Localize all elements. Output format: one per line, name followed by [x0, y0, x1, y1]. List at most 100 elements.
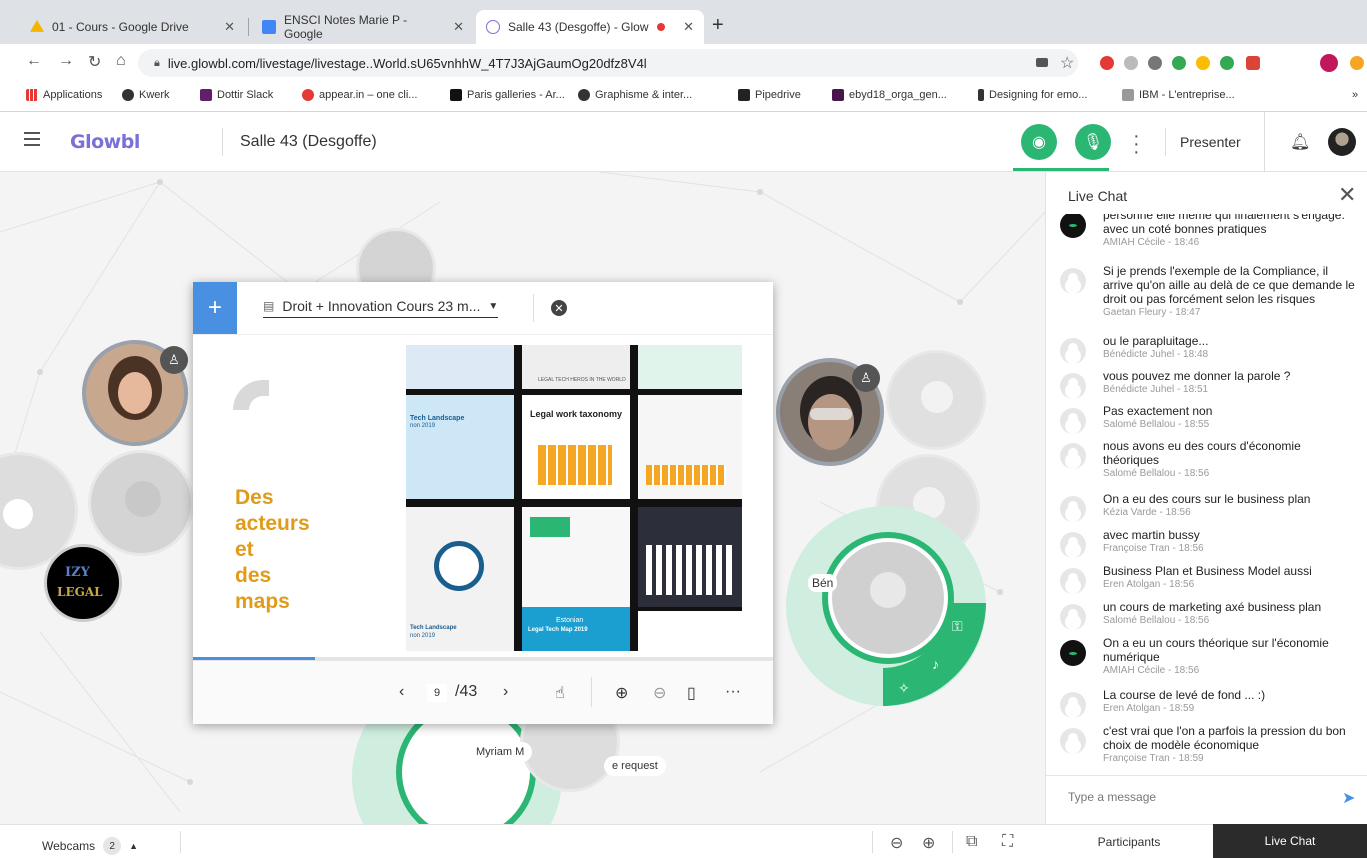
star-icon[interactable]: ☆	[1060, 53, 1074, 72]
zoom-out-icon[interactable]: ⊖	[890, 833, 903, 853]
tab-title: ENSCI Notes Marie P - Google	[284, 13, 408, 41]
bookmark-applications[interactable]: Applications	[26, 89, 102, 101]
settings-icon[interactable]: ✧	[898, 680, 910, 697]
user-avatar	[1060, 692, 1086, 718]
chat-input-placeholder: Type a message	[1068, 790, 1157, 804]
bookmark-appear-in[interactable]: appear.in – one cli...	[302, 89, 417, 101]
bookmark-pipedrive[interactable]: Pipedrive	[738, 89, 801, 101]
zoom-in-icon[interactable]: ⊕	[922, 833, 935, 853]
tab-title: 01 - Cours - Google Drive	[52, 20, 189, 34]
close-chat-icon[interactable]: ✕	[1338, 182, 1356, 208]
zoom-in-icon[interactable]: ⊕	[615, 683, 628, 703]
hand-pointer-icon[interactable]: ☝︎	[555, 683, 565, 703]
browser-tab-drive[interactable]: 01 - Cours - Google Drive ✕	[20, 10, 245, 44]
forward-icon[interactable]: →	[58, 52, 74, 70]
document-pager: ‹ 9 /43 › ☝︎ ⊕ ⊖ ▯ ···	[193, 660, 773, 724]
extension-icon[interactable]	[1196, 56, 1210, 70]
tab-participants[interactable]: Participants	[1045, 824, 1213, 858]
address-bar[interactable]: 🔒︎ live.glowbl.com/livestage/livestage..…	[138, 49, 1078, 77]
chat-title: Live Chat	[1068, 188, 1128, 204]
document-viewer: + ▤ Droit + Innovation Cours 23 m... ▼ ✕…	[193, 282, 773, 724]
bookmark-ibm[interactable]: IBM - L'entreprise...	[1122, 89, 1235, 101]
glowbl-icon	[486, 20, 500, 34]
new-tab-button[interactable]: +	[712, 14, 724, 37]
fullscreen-icon[interactable]: ⛶	[1002, 833, 1013, 851]
my-bubble-controls	[883, 603, 986, 706]
chat-message-input[interactable]: Type a message ➤	[1046, 775, 1367, 815]
mic-icon[interactable]: ♪	[932, 656, 939, 672]
key-icon[interactable]: ⚿	[952, 618, 963, 635]
close-icon[interactable]: ✕	[224, 19, 235, 35]
drive-icon	[30, 20, 44, 32]
participant-izy-legal[interactable]: IZY LEGAL	[44, 544, 122, 622]
app-header: Glowbl Salle 43 (Desgoffe) ◉ 🎙︎ · · · Pres…	[0, 112, 1367, 172]
chevron-down-icon: ▼	[488, 300, 499, 312]
presenter-button[interactable]: Presenter	[1180, 134, 1241, 150]
camera-icon[interactable]	[1036, 58, 1048, 67]
send-icon[interactable]: ➤	[1342, 788, 1355, 808]
close-icon[interactable]: ✕	[453, 19, 464, 35]
browser-tab-docs[interactable]: ENSCI Notes Marie P - Google ✕	[252, 10, 474, 44]
page-number-input[interactable]: 9	[427, 684, 447, 702]
browser-tabstrip: 01 - Cours - Google Drive ✕ ENSCI Notes …	[0, 0, 1367, 44]
user-avatar	[1060, 443, 1086, 469]
legal-tech-maps-mosaic: LEGAL TECH HEROS IN THE WORLD Tech Lands…	[406, 345, 742, 651]
more-options-icon[interactable]: ···	[725, 683, 741, 701]
back-icon[interactable]: ←	[26, 52, 42, 70]
notifications-bell-icon[interactable]: 🔔︎	[1290, 132, 1310, 152]
document-title: Droit + Innovation Cours 23 m...	[282, 298, 481, 314]
zoom-out-icon[interactable]: ⊖	[653, 683, 666, 703]
legal-logo-text: LEGAL	[57, 585, 103, 599]
extension-icon[interactable]	[1246, 56, 1260, 70]
bookmark-paris-galleries[interactable]: Paris galleries - Ar...	[450, 89, 565, 101]
participant-bubble[interactable]	[886, 350, 986, 450]
close-icon[interactable]: ✕	[683, 19, 694, 35]
glowbl-logo[interactable]: Glowbl	[70, 131, 140, 153]
next-page-button[interactable]: ›	[503, 683, 508, 701]
close-document-icon[interactable]: ✕	[551, 300, 567, 316]
extension-icon[interactable]	[1148, 56, 1162, 70]
document-selector[interactable]: ▤ Droit + Innovation Cours 23 m... ▼	[263, 298, 499, 318]
extension-icon[interactable]	[1172, 56, 1186, 70]
request-label: e request	[604, 756, 666, 776]
bookmark-ebyd18[interactable]: ebyd18_orga_gen...	[832, 89, 947, 101]
chat-tabs: Participants Live Chat	[1045, 824, 1367, 858]
participant-name-label: Myriam M	[468, 742, 533, 762]
user-avatar	[1060, 640, 1086, 666]
user-avatar	[1060, 338, 1086, 364]
add-document-button[interactable]: +	[193, 282, 237, 334]
fit-page-icon[interactable]: ▯	[687, 683, 696, 703]
webcams-toggle[interactable]: Webcams 2 ▲	[42, 837, 138, 855]
participant-bubble[interactable]	[88, 450, 194, 556]
bookmark-graphisme[interactable]: Graphisme & inter...	[578, 89, 692, 101]
menu-icon[interactable]	[24, 132, 40, 146]
extension-icon[interactable]	[1350, 56, 1364, 70]
hash-icon	[832, 89, 844, 101]
camera-toggle-button[interactable]: ◉	[1021, 124, 1057, 160]
room-name: Salle 43 (Desgoffe)	[240, 133, 377, 150]
more-options-icon[interactable]: ···	[1133, 126, 1140, 162]
bookmark-kwerk[interactable]: Kwerk	[122, 89, 170, 101]
minimap-icon[interactable]: ⧉	[966, 833, 977, 851]
tab-live-chat[interactable]: Live Chat	[1213, 824, 1367, 858]
extension-icon[interactable]	[1220, 56, 1234, 70]
af-icon	[450, 89, 462, 101]
previous-page-button[interactable]: ‹	[399, 683, 404, 701]
bookmark-dottir-slack[interactable]: Dottir Slack	[200, 89, 273, 101]
reload-icon[interactable]: ↻	[88, 52, 101, 72]
user-avatar	[1060, 728, 1086, 754]
profile-avatar[interactable]	[1320, 54, 1338, 72]
docs-icon	[262, 20, 276, 34]
chat-messages: personne elle même qui finalement s'enga…	[1046, 214, 1367, 770]
extension-icon[interactable]	[1124, 56, 1138, 70]
home-icon[interactable]: ⌂	[116, 52, 126, 70]
bookmark-designing-for-emo[interactable]: Designing for emo...	[978, 89, 1087, 101]
camera-icon: ◉	[1032, 134, 1046, 151]
mic-toggle-button[interactable]: 🎙︎	[1075, 124, 1111, 160]
user-avatar[interactable]	[1328, 128, 1356, 156]
bookmarks-overflow-icon[interactable]: »	[1352, 89, 1358, 101]
browser-tab-glowbl[interactable]: Salle 43 (Desgoffe) - Glow ✕	[476, 10, 704, 44]
slide-title: Des acteurs et des maps	[235, 486, 310, 613]
bookmark-icon	[978, 89, 984, 101]
extension-icon[interactable]	[1100, 56, 1114, 70]
